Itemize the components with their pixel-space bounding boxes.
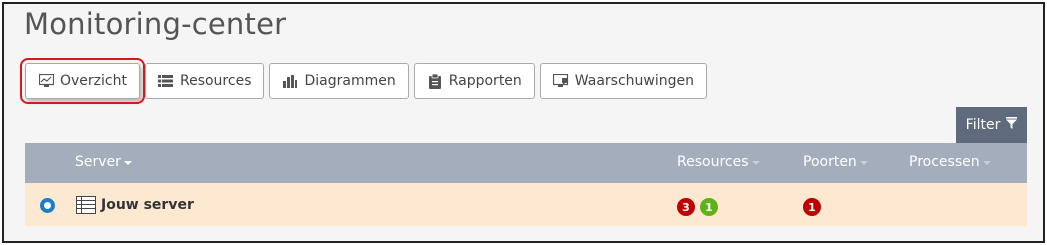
tab-label: Rapporten [448,73,522,89]
list-icon [158,73,174,89]
column-header-poorten[interactable]: Poorten [803,154,868,170]
column-header-resources[interactable]: Resources [677,154,760,170]
resources-alert-badge[interactable]: 3 [677,198,695,216]
tab-label: Diagrammen [304,73,396,89]
column-header-server[interactable]: Server [75,154,132,170]
tab-bar: Overzicht Resources Diagrammen Rapporten… [20,58,707,104]
column-label: Server [75,154,121,170]
filter-icon [1006,117,1018,133]
tab-label: Overzicht [60,73,127,89]
tab-label: Resources [179,73,252,89]
page-title: Monitoring-center [24,7,287,41]
bar-chart-icon [282,73,298,89]
filter-label: Filter [965,117,1001,133]
table-header: Server Resources Poorten Processen [25,143,1027,183]
tab-rapporten[interactable]: Rapporten [413,63,535,99]
column-label: Resources [677,154,749,170]
monitor-alert-icon [552,73,569,89]
tab-waarschuwingen[interactable]: Waarschuwingen [539,63,707,99]
sort-caret-icon [859,161,868,165]
column-label: Poorten [803,154,857,170]
column-header-processen[interactable]: Processen [909,154,991,170]
server-icon [76,196,96,214]
table-row[interactable]: Jouw server 3 1 1 [25,183,1027,226]
resources-ok-badge[interactable]: 1 [700,198,718,216]
row-select-radio[interactable] [40,198,55,213]
sort-caret-icon [982,161,991,165]
tab-diagrammen[interactable]: Diagrammen [269,63,409,99]
tab-resources[interactable]: Resources [144,63,265,99]
column-label: Processen [909,154,980,170]
tab-label: Waarschuwingen [574,73,694,89]
server-name[interactable]: Jouw server [101,197,194,213]
monitor-chart-icon [38,73,54,89]
tab-overzicht[interactable]: Overzicht [20,58,145,104]
filter-button[interactable]: Filter [956,107,1027,143]
sort-caret-icon [751,161,760,165]
poorten-alert-badge[interactable]: 1 [803,198,821,216]
sort-caret-icon [123,161,132,165]
clipboard-icon [427,73,443,89]
